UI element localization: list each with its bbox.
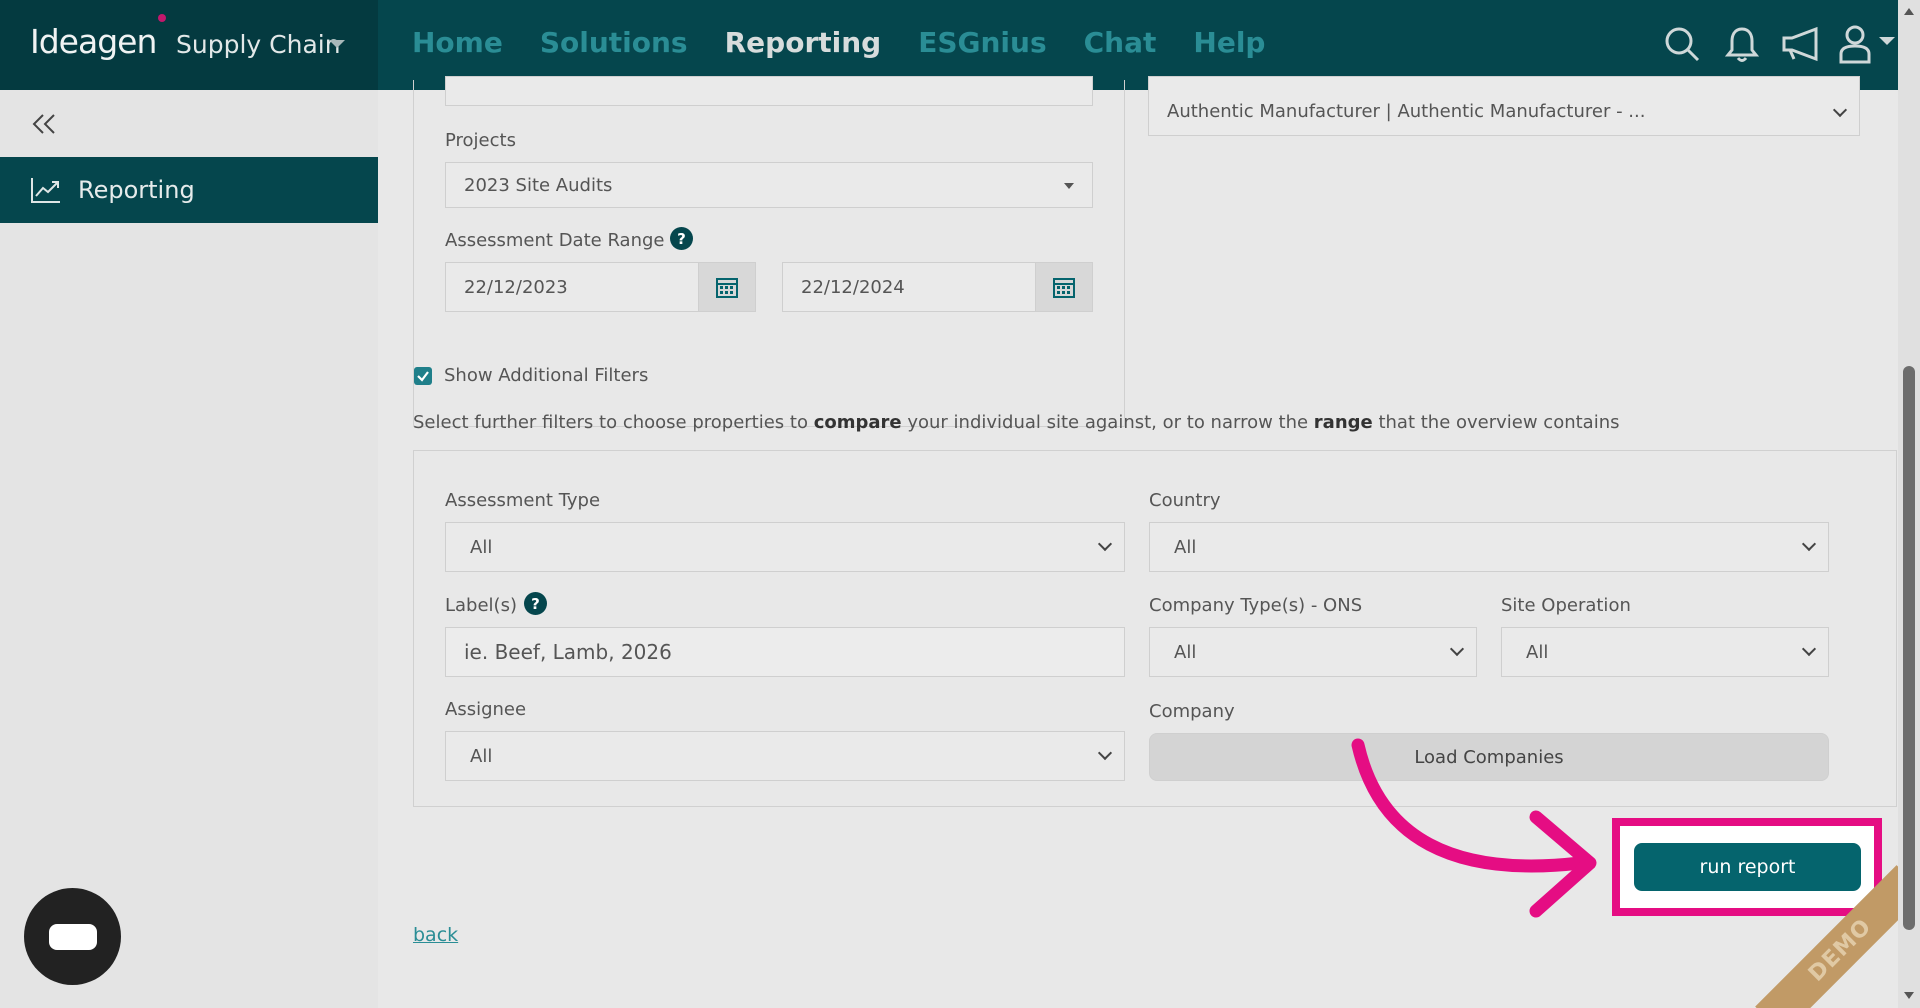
product-name: Supply Chain	[176, 30, 341, 59]
site-operation-select[interactable]: All	[1501, 627, 1829, 677]
assignee-select[interactable]: All	[445, 731, 1125, 781]
supplier-select-value: Authentic Manufacturer | Authentic Manuf…	[1167, 101, 1646, 122]
chevron-down-icon	[1449, 641, 1465, 657]
assessment-type-select[interactable]: All	[445, 522, 1125, 572]
megaphone-icon[interactable]	[1778, 22, 1826, 66]
country-value: All	[1174, 536, 1197, 558]
nav-esgnius[interactable]: ESGnius	[918, 26, 1046, 59]
main-nav: Home Solutions Reporting ESGnius Chat He…	[412, 26, 1302, 59]
bell-icon[interactable]	[1718, 22, 1766, 66]
country-select[interactable]: All	[1149, 522, 1829, 572]
nav-home[interactable]: Home	[412, 26, 503, 59]
date-to-value: 22/12/2024	[801, 276, 905, 298]
projects-select[interactable]: 2023 Site Audits	[445, 162, 1093, 208]
assessment-type-value: All	[470, 536, 493, 558]
collapse-sidebar-icon[interactable]	[30, 110, 62, 142]
assessment-type-label: Assessment Type	[445, 490, 601, 511]
chevron-down-icon	[1097, 745, 1113, 761]
nav-help[interactable]: Help	[1193, 26, 1265, 59]
desc-text-1: Select further filters to choose propert…	[413, 412, 814, 433]
scroll-down-icon[interactable]	[1904, 992, 1914, 999]
brand-menu[interactable]: Ideagen Supply Chain	[0, 0, 378, 90]
labels-help-icon[interactable]: ?	[524, 592, 547, 615]
chevron-down-icon	[1801, 641, 1817, 657]
supplier-select[interactable]: Authentic Manufacturer | Authentic Manuf…	[1148, 76, 1860, 136]
scrollbar-thumb[interactable]	[1903, 366, 1915, 930]
labels-input-placeholder: ie. Beef, Lamb, 2026	[464, 640, 672, 664]
vertical-scrollbar[interactable]	[1898, 0, 1920, 1008]
sidebar: Reporting	[0, 90, 378, 1008]
back-link[interactable]: back	[413, 924, 458, 946]
projects-select-value: 2023 Site Audits	[464, 174, 613, 196]
search-icon[interactable]	[1658, 22, 1706, 66]
labels-label: Label(s)	[445, 595, 517, 616]
chart-line-icon	[31, 178, 60, 203]
chevron-down-icon	[329, 40, 345, 48]
filters-description: Select further filters to choose propert…	[413, 412, 1620, 433]
desc-text-2: your individual site against, or to narr…	[901, 412, 1314, 433]
date-range-help-icon[interactable]: ?	[670, 227, 693, 250]
calendar-icon[interactable]	[1035, 262, 1093, 312]
caret-down-icon	[1064, 183, 1074, 189]
projects-label: Projects	[445, 130, 516, 151]
top-icons	[1646, 22, 1898, 66]
company-type-select[interactable]: All	[1149, 627, 1477, 677]
sidebar-item-reporting[interactable]: Reporting	[0, 157, 378, 223]
site-operation-value: All	[1526, 641, 1549, 663]
brand-logo-dot	[158, 14, 166, 22]
chevron-down-icon	[1832, 102, 1848, 118]
assignee-label: Assignee	[445, 699, 527, 720]
chevron-down-icon	[1801, 536, 1817, 552]
date-from-value: 22/12/2023	[464, 276, 568, 298]
date-from-input[interactable]: 22/12/2023	[445, 262, 703, 312]
tutorial-arrow	[1351, 738, 1597, 918]
desc-bold-range: range	[1313, 412, 1373, 433]
desc-bold-compare: compare	[813, 412, 902, 433]
calendar-icon[interactable]	[698, 262, 756, 312]
scroll-up-icon[interactable]	[1904, 8, 1914, 15]
company-type-label: Company Type(s) - ONS	[1149, 595, 1363, 616]
brand-logo: Ideagen	[30, 22, 157, 61]
chat-bubble-icon	[48, 923, 97, 950]
assignee-value: All	[470, 745, 493, 767]
site-operation-label: Site Operation	[1501, 595, 1631, 616]
top-partial-field[interactable]	[445, 76, 1093, 106]
desc-text-3: that the overview contains	[1372, 412, 1620, 433]
labels-input[interactable]: ie. Beef, Lamb, 2026	[445, 627, 1125, 677]
check-icon	[417, 371, 429, 382]
company-label: Company	[1149, 701, 1235, 722]
nav-chat[interactable]: Chat	[1084, 26, 1157, 59]
nav-solutions[interactable]: Solutions	[540, 26, 688, 59]
nav-reporting[interactable]: Reporting	[725, 26, 882, 59]
country-label: Country	[1149, 490, 1221, 511]
chevron-down-icon	[1097, 536, 1113, 552]
date-range-label: Assessment Date Range	[445, 230, 665, 251]
company-type-value: All	[1174, 641, 1197, 663]
show-filters-checkbox[interactable]	[414, 367, 432, 385]
date-to-input[interactable]: 22/12/2024	[782, 262, 1040, 312]
user-menu-icon[interactable]	[1838, 22, 1898, 66]
run-report-button[interactable]: run report	[1634, 843, 1861, 891]
chat-button[interactable]	[24, 888, 121, 985]
sidebar-item-label: Reporting	[78, 176, 195, 204]
show-filters-label[interactable]: Show Additional Filters	[444, 365, 648, 386]
